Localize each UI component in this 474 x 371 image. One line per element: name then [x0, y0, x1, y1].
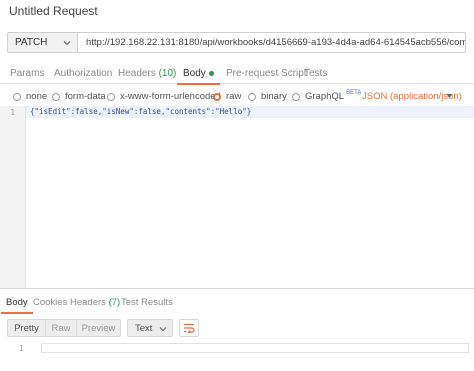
- tab-body[interactable]: Body: [177, 68, 220, 85]
- option-none[interactable]: none: [13, 91, 47, 102]
- line-number: 1: [10, 108, 15, 117]
- preview-button[interactable]: Preview: [77, 319, 121, 337]
- code-line[interactable]: {"isEdit":false,"isNew":false,"contents"…: [30, 107, 251, 116]
- chevron-down-icon: [63, 41, 71, 46]
- caret-down-icon[interactable]: [446, 93, 453, 99]
- raw-button[interactable]: Raw: [46, 319, 77, 337]
- format-label: Text: [135, 322, 153, 334]
- url-bar: PATCH http://192.168.22.131:8180/api/wor…: [7, 32, 466, 53]
- option-graphql[interactable]: GraphQL BETA: [292, 89, 362, 102]
- chevron-down-icon: [159, 327, 167, 332]
- radio-urlencoded[interactable]: [107, 92, 115, 101]
- method-select[interactable]: PATCH: [7, 32, 77, 53]
- option-raw[interactable]: raw: [213, 91, 241, 102]
- headers-count: (10): [158, 68, 177, 79]
- response-headers-count: (7): [108, 297, 121, 308]
- radio-none[interactable]: [13, 92, 21, 101]
- request-title: Untitled Request: [9, 4, 98, 18]
- radio-form-data[interactable]: [52, 92, 60, 101]
- response-tabs: Body Cookies Headers (7) Test Results: [0, 295, 474, 314]
- body-type-options: none form-data x-www-form-urlencoded raw…: [0, 88, 474, 106]
- method-label: PATCH: [15, 37, 48, 48]
- option-form-data[interactable]: form-data: [52, 91, 106, 102]
- wrap-lines-icon: [184, 323, 195, 333]
- option-urlencoded[interactable]: x-www-form-urlencoded: [107, 91, 221, 102]
- radio-binary[interactable]: [248, 92, 256, 101]
- tab-authorization[interactable]: Authorization: [54, 68, 112, 79]
- response-tab-cookies[interactable]: Cookies: [33, 297, 67, 308]
- radio-raw[interactable]: [213, 92, 221, 101]
- request-body-editor[interactable]: 1 {"isEdit":false,"isNew":false,"content…: [0, 106, 474, 288]
- response-line-number: 1: [19, 344, 24, 353]
- beta-badge: BETA: [346, 89, 362, 96]
- tab-pre-request-script[interactable]: Pre-request Script: [226, 68, 307, 79]
- tab-headers[interactable]: Headers (10): [118, 68, 176, 79]
- body-modified-dot: [208, 70, 214, 76]
- editor-gutter: 1: [0, 106, 26, 288]
- response-tab-headers[interactable]: Headers (7): [70, 297, 120, 308]
- response-tab-test-results[interactable]: Test Results: [121, 297, 173, 308]
- tab-params[interactable]: Params: [10, 68, 44, 79]
- response-line[interactable]: [41, 343, 469, 353]
- response-body-editor[interactable]: 1: [0, 341, 474, 371]
- response-toolbar: Pretty Raw Preview Text: [7, 319, 199, 337]
- option-binary[interactable]: binary: [248, 91, 287, 102]
- pretty-button[interactable]: Pretty: [7, 319, 46, 337]
- radio-graphql[interactable]: [292, 92, 300, 101]
- format-select[interactable]: Text: [127, 319, 173, 337]
- request-tabs: Params Authorization Headers (10) Body P…: [0, 64, 474, 85]
- url-input[interactable]: http://192.168.22.131:8180/api/workbooks…: [77, 32, 466, 53]
- wrap-lines-button[interactable]: [179, 319, 199, 337]
- response-divider[interactable]: [0, 288, 474, 289]
- tab-tests[interactable]: Tests: [304, 68, 327, 79]
- response-tab-body[interactable]: Body: [1, 297, 33, 314]
